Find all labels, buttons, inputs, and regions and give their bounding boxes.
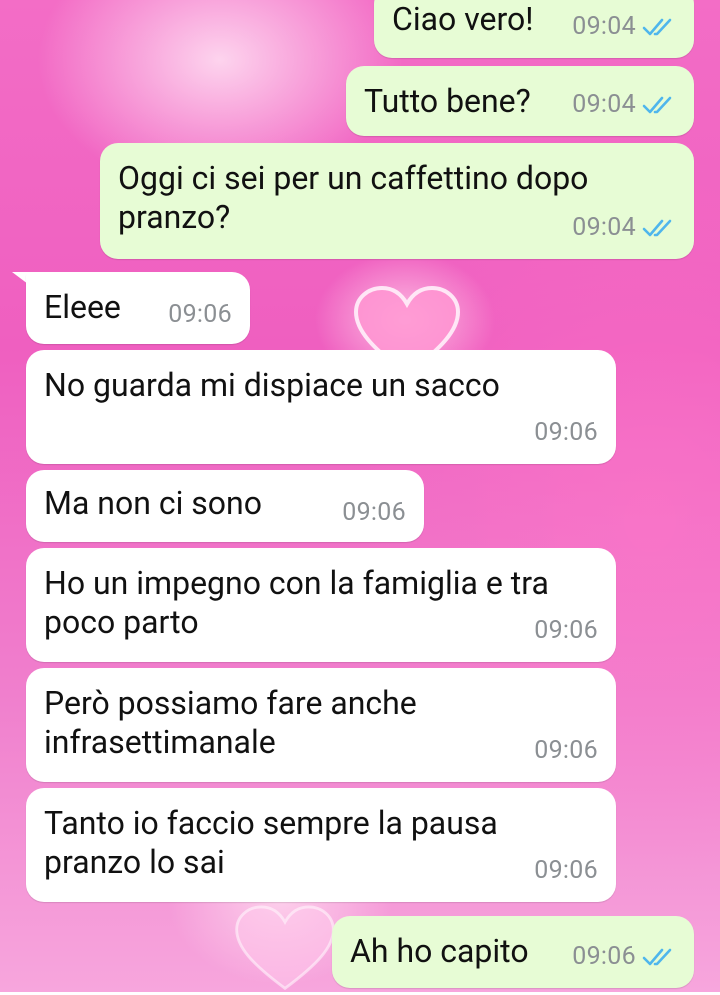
- message-time: 09:04: [572, 90, 636, 119]
- message-meta: 09:04: [572, 7, 676, 46]
- message-bubble-outgoing[interactable]: Oggi ci sei per un caffettino dopo pranz…: [100, 143, 694, 259]
- message-bubble-outgoing[interactable]: Ciao vero! 09:04: [374, 0, 694, 58]
- message-bubble-incoming[interactable]: No guarda mi dispiace un sacco 09:06: [26, 350, 616, 464]
- message-time: 09:06: [534, 856, 598, 885]
- message-meta: 09:06: [572, 937, 676, 976]
- message-bubble-incoming[interactable]: Eleee 09:06: [26, 272, 250, 344]
- message-time: 09:06: [572, 942, 636, 971]
- message-text: Ho un impegno con la famiglia e tra poco…: [44, 564, 549, 641]
- message-time: 09:04: [572, 213, 636, 242]
- message-meta: 09:06: [534, 731, 598, 770]
- message-bubble-incoming[interactable]: Tanto io faccio sempre la pausa pranzo l…: [26, 788, 616, 902]
- heart-decoration: [235, 905, 335, 991]
- double-check-read-icon: [642, 948, 672, 965]
- message-bubble-outgoing[interactable]: Ah ho capito 09:06: [332, 916, 694, 988]
- message-bubble-incoming[interactable]: Però possiamo fare anche infrasettimanal…: [26, 668, 616, 782]
- message-bubble-incoming[interactable]: Ho un impegno con la famiglia e tra poco…: [26, 548, 616, 662]
- message-meta: 09:06: [534, 611, 598, 650]
- message-text: No guarda mi dispiace un sacco: [44, 366, 500, 404]
- message-meta: 09:04: [572, 85, 676, 124]
- double-check-read-icon: [642, 18, 672, 35]
- message-text: Però possiamo fare anche infrasettimanal…: [44, 684, 417, 761]
- message-meta: 09:06: [168, 295, 232, 334]
- message-bubble-incoming[interactable]: Ma non ci sono 09:06: [26, 470, 424, 542]
- message-meta: 09:04: [572, 208, 676, 247]
- message-meta: 09:06: [534, 851, 598, 890]
- double-check-read-icon: [642, 219, 672, 236]
- message-meta: 09:06: [534, 413, 598, 452]
- message-time: 09:06: [534, 616, 598, 645]
- message-time: 09:06: [168, 300, 232, 329]
- message-meta: 09:06: [342, 493, 406, 532]
- message-bubble-outgoing[interactable]: Tutto bene? 09:04: [346, 66, 694, 136]
- message-time: 09:06: [534, 418, 598, 447]
- message-time: 09:04: [572, 12, 636, 41]
- double-check-read-icon: [642, 96, 672, 113]
- message-text: Tanto io faccio sempre la pausa pranzo l…: [44, 804, 498, 881]
- message-time: 09:06: [534, 736, 598, 765]
- message-time: 09:06: [342, 498, 406, 527]
